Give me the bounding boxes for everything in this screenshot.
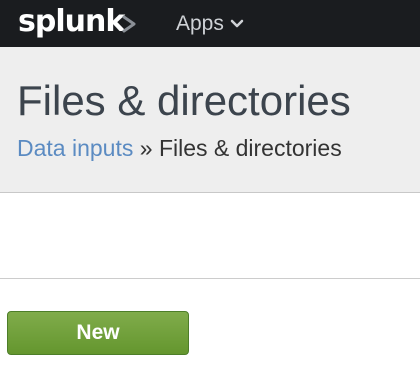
page-title: Files & directories [17,77,351,124]
apps-menu-label: Apps [176,12,224,35]
chevron-right-icon [122,15,136,33]
apps-menu[interactable]: Apps [176,0,244,47]
breadcrumb: Data inputs » Files & directories [17,133,342,163]
chevron-down-icon [230,19,244,27]
breadcrumb-current: Files & directories [158,135,342,161]
splunk-logo[interactable]: splunk [18,4,125,40]
top-nav-bar: splunk Apps [0,0,420,47]
divider [0,278,420,279]
breadcrumb-separator: » [139,135,159,161]
breadcrumb-link-data-inputs[interactable]: Data inputs [17,135,133,161]
new-button[interactable]: New [7,311,189,355]
